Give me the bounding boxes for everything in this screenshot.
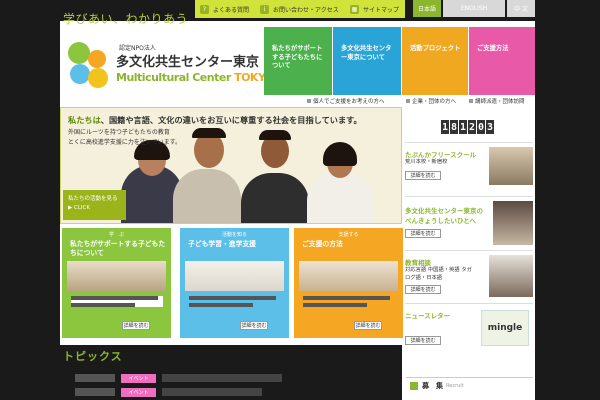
- counter-digit: 3: [486, 120, 494, 134]
- info-icon: i: [260, 4, 269, 14]
- news-category-badge: イベント: [121, 387, 156, 397]
- lang-english[interactable]: ENGLISH: [443, 0, 505, 17]
- card-children-title: 私たちがサポートする子どもたちについて: [70, 240, 166, 257]
- nav-projects-label: 活動プロジェクト: [410, 45, 461, 52]
- nav-about-label: 多文化共生センター東京について: [341, 45, 392, 61]
- card-children-text: [71, 296, 163, 307]
- hero-heading: 私たちは、国籍や言語、文化の違いをお互いに尊重する社会を目指しています。: [68, 114, 362, 126]
- subnav-corporate[interactable]: 企業・団体の方へ: [406, 96, 456, 105]
- sidebar-study-photo: [493, 201, 533, 245]
- news-heading: トピックス: [63, 350, 123, 363]
- card-support-text: [303, 296, 395, 307]
- sidebar-freeschool-button[interactable]: 詳細を読む: [405, 170, 441, 180]
- hero-click-badge[interactable]: 私たちの活動を見る ▶ CLICK: [63, 190, 126, 220]
- subnav-individual-label: 個人でご支援をお考えの方へ: [313, 98, 385, 105]
- card-learning-detail-button[interactable]: 詳細を読む: [240, 321, 268, 330]
- news-title-text: [162, 388, 262, 396]
- hero-heading-rest: 、国籍や言語、文化の違いをお互いに尊重する社会を目指しています。: [100, 115, 362, 125]
- logo-mark[interactable]: [64, 40, 112, 90]
- hero-subtext-1: 外国にルーツを持つ子どもたちの教育: [68, 129, 170, 136]
- subnav-corporate-label: 企業・団体の方へ: [412, 98, 457, 105]
- faq-label: よくある質問: [213, 6, 250, 14]
- sidebar-freeschool[interactable]: たぶんかフリースクール 荒川本校・新宿校 詳細を読む: [405, 142, 533, 192]
- card-learning-text: [189, 296, 281, 307]
- sidebar-consult-button[interactable]: 詳細を読む: [405, 284, 441, 294]
- tagline: 学びあい、わかりあう: [63, 12, 189, 26]
- card-support-tag: 支援する: [338, 232, 359, 238]
- nav-about[interactable]: 多文化共生センター東京について: [333, 27, 401, 95]
- card-learning-photo: [185, 261, 284, 291]
- news-row[interactable]: イベント: [75, 372, 282, 384]
- recruit-section[interactable]: 募 集 Recruit: [406, 377, 533, 400]
- news-row[interactable]: イベント: [75, 386, 262, 398]
- contact-label: お問い合わせ・アクセス: [273, 6, 339, 14]
- card-learning-tag: 活動を知る: [221, 232, 247, 238]
- card-support-detail-button[interactable]: 詳細を読む: [354, 321, 382, 330]
- recruit-icon: [410, 382, 418, 390]
- card-learning-title: 子ども学習・進学支援: [188, 240, 256, 248]
- counter-digit: 1: [441, 120, 449, 134]
- hero-subtext: 外国にルーツを持つ子どもたちの教育 とくに高校進学支援に力を注いでいます。: [68, 128, 181, 147]
- nav-children[interactable]: 私たちがサポートする子どもたちについて: [264, 27, 332, 95]
- sitemap-icon: ▦: [350, 4, 359, 14]
- org-name-en: Multicultural Center TOKYO: [116, 71, 274, 84]
- mingle-logo: mingle: [481, 310, 529, 346]
- nav-support-label: ご支援方法: [477, 45, 509, 52]
- student-photo-2: [173, 169, 241, 223]
- hero-subtext-2: とくに高校進学支援に力を注いでいます。: [68, 138, 182, 146]
- nav-projects[interactable]: 活動プロジェクト: [402, 27, 468, 95]
- faq-link[interactable]: ? よくある質問: [200, 2, 249, 16]
- subnav-lecturer-label: 講師派遣・団体訪問: [475, 98, 525, 105]
- card-learning[interactable]: 活動を知る 子ども学習・進学支援 詳細を読む: [180, 228, 289, 338]
- sidebar-study-title: 多文化共生センター東京の べんきょうしたいひとへ: [405, 207, 483, 225]
- subnav-lecturer[interactable]: 講師派遣・団体訪問: [469, 96, 525, 105]
- sidebar-consult-photo: [489, 255, 533, 297]
- counter-digit: 8: [450, 120, 458, 134]
- org-name[interactable]: 多文化共生センター東京: [116, 51, 259, 70]
- sitemap-link[interactable]: ▦ サイトマップ: [350, 2, 399, 16]
- counter-digit: 1: [459, 120, 467, 134]
- lang-japanese[interactable]: 日本語: [413, 0, 441, 17]
- sidebar-consult[interactable]: 教育相談 対応言語 中国語・英語 タガログ語・日本語 詳細を読む: [405, 250, 533, 300]
- card-children[interactable]: 学 ぶ 私たちがサポートする子どもたちについて 詳細を読む: [62, 228, 171, 338]
- card-children-photo: [67, 261, 166, 291]
- sidebar-freeschool-photo: [489, 147, 533, 185]
- sidebar-newsletter[interactable]: ニュースレター 詳細を読む mingle: [405, 303, 533, 351]
- counter-digit: 2: [468, 120, 476, 134]
- news-title-text: [162, 374, 282, 382]
- hero-heading-em: 私たちは: [68, 115, 101, 125]
- nav-children-label: 私たちがサポートする子どもたちについて: [272, 45, 323, 69]
- lang-chinese[interactable]: 中 文: [507, 0, 535, 17]
- card-support[interactable]: 支援する ご支援の方法 詳細を読む: [294, 228, 403, 338]
- recruit-title: 募 集: [422, 382, 443, 390]
- org-name-en-main: Multicultural Center: [116, 71, 235, 84]
- sidebar-newsletter-button[interactable]: 詳細を読む: [405, 336, 441, 345]
- student-photo-4: [307, 171, 373, 223]
- card-support-title: ご支援の方法: [302, 240, 343, 248]
- visitor-counter: 1 8 1 2 0 3: [441, 120, 494, 136]
- contact-link[interactable]: i お問い合わせ・アクセス: [260, 2, 339, 16]
- student-photo-3: [241, 173, 309, 223]
- hero-badge-click: ▶ CLICK: [68, 205, 90, 212]
- sitemap-label: サイトマップ: [363, 6, 400, 14]
- sidebar-consult-text: 対応言語 中国語・英語 タガログ語・日本語: [405, 267, 472, 281]
- question-icon: ?: [200, 4, 209, 14]
- recruit-en: Recruit: [446, 383, 464, 389]
- subnav-individual[interactable]: 個人でご支援をお考えの方へ: [307, 96, 385, 105]
- card-children-detail-button[interactable]: 詳細を読む: [122, 321, 150, 330]
- sidebar-study[interactable]: 多文化共生センター東京の べんきょうしたいひとへ 詳細を読む: [405, 196, 533, 248]
- card-children-tag: 学 ぶ: [108, 232, 124, 238]
- counter-digit: 0: [477, 120, 485, 134]
- hero-badge-text: 私たちの活動を見る: [68, 196, 118, 202]
- nav-support[interactable]: ご支援方法: [469, 27, 535, 95]
- news-category-badge: イベント: [121, 373, 156, 383]
- news-date: [75, 374, 115, 382]
- sidebar-study-button[interactable]: 詳細を読む: [405, 229, 441, 238]
- card-support-photo: [299, 261, 398, 291]
- news-date: [75, 388, 115, 396]
